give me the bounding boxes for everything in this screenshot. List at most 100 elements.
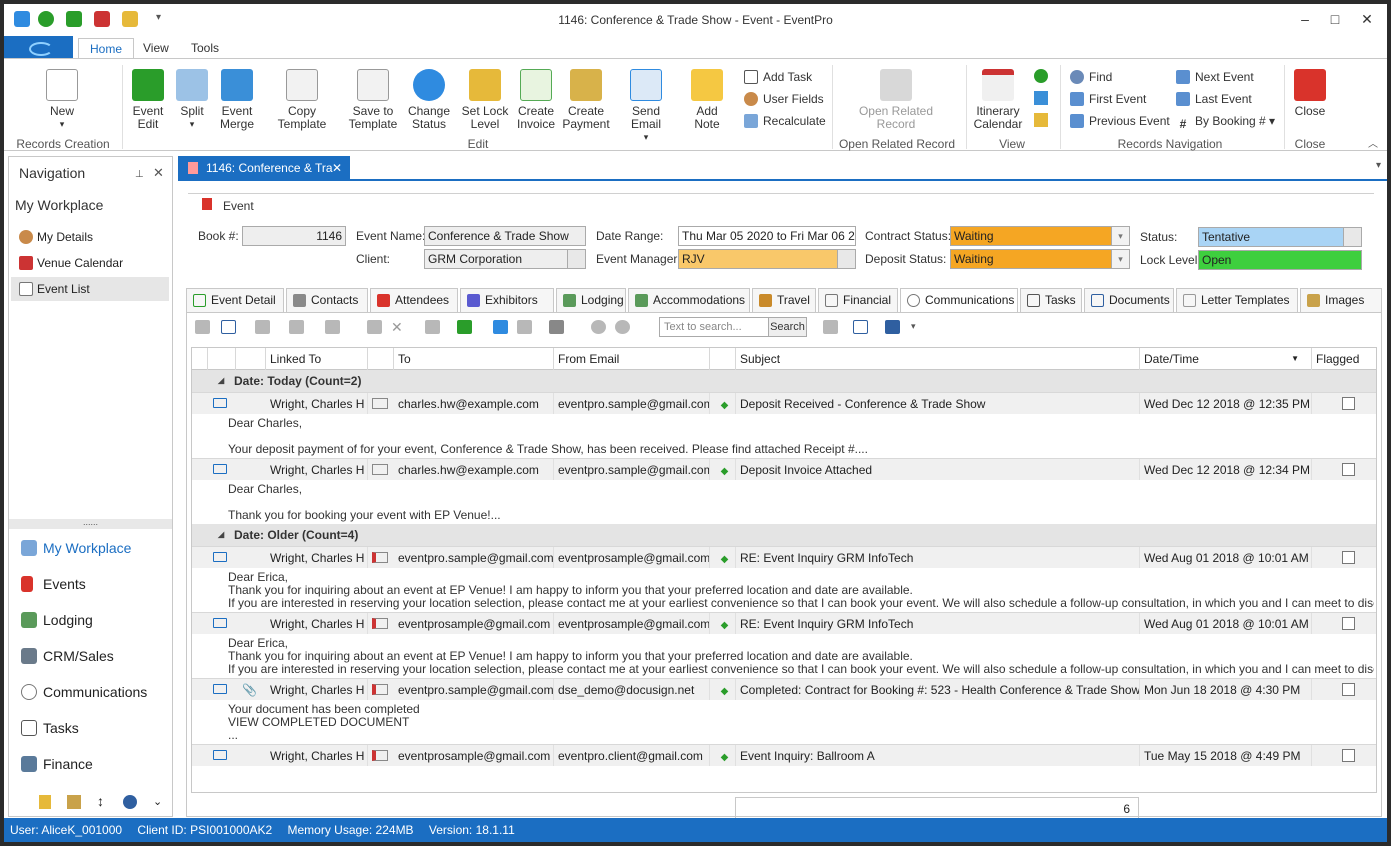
event-name-field[interactable]: Conference & Trade Show [424,226,586,246]
save-to-template-button[interactable]: Save to Template [348,69,398,131]
nav-item-event-list[interactable]: Event List [11,277,169,301]
group-row[interactable]: Date: Older (Count=4) [192,524,1376,546]
table-row[interactable]: Wright, Charles H eventpro.sample@gmail.c… [192,546,1376,568]
delete-icon[interactable]: ✕ [391,320,406,334]
sort-icon[interactable]: ↕ [97,793,104,809]
archive-icon[interactable] [517,320,532,334]
table-row[interactable]: Wright, Charles H charles.hw@example.com e… [192,392,1376,414]
create-invoice-button[interactable]: Create Invoice [514,69,558,131]
lookup-icon[interactable] [567,250,585,268]
chevron-down-icon[interactable]: ⌄ [153,795,162,808]
first-event-button[interactable]: First Event [1070,90,1146,108]
module-communications[interactable]: Communications [11,677,169,707]
table-row[interactable]: 📎 Wright, Charles H eventpro.sample@gmail.… [192,678,1376,700]
search-button[interactable]: Search [768,318,806,336]
tab-list-icon[interactable]: ▾ [1376,160,1381,171]
tab-exhibitors[interactable]: Exhibitors [460,288,554,313]
close-window-icon[interactable]: ✕ [1354,8,1380,30]
table-row[interactable]: Wright, Charles H charles.hw@example.com e… [192,458,1376,480]
module-tasks[interactable]: Tasks [11,713,169,743]
lookup-icon[interactable] [837,250,855,268]
add-note-button[interactable]: Add Note [682,69,732,131]
filter-icon[interactable] [549,320,564,334]
folders-icon[interactable] [67,795,81,809]
tab-images[interactable]: Images [1300,288,1382,313]
book-number-field[interactable]: 1146 [242,226,346,246]
refresh-icon[interactable] [1034,69,1048,83]
pin-icon[interactable]: ⊥ [135,169,144,180]
copy-icon[interactable] [195,320,210,334]
status-field[interactable]: Tentative [1198,227,1362,247]
flagged-checkbox[interactable] [1342,683,1355,696]
globe-icon[interactable] [123,795,137,809]
col-date-time[interactable]: Date/Time ▼ [1140,348,1312,370]
ribbon-tab-view[interactable]: View [132,38,180,59]
col-subject[interactable]: Subject [736,348,1140,370]
clipboard-icon[interactable] [1034,113,1048,127]
collapse-ribbon-icon[interactable]: ︿ [1368,135,1378,150]
lock-level-field[interactable]: Open [1198,250,1362,270]
flagged-checkbox[interactable] [1342,551,1355,564]
reply-all-icon[interactable] [289,320,304,334]
open-related-record-button[interactable]: Open Related Record [856,69,936,131]
flagged-checkbox[interactable] [1342,749,1355,762]
view-icon[interactable] [1034,91,1048,105]
module-crm-sales[interactable]: CRM/Sales [11,641,169,671]
module-finance[interactable]: Finance [11,749,169,779]
dropdown-icon[interactable]: ▾ [1111,227,1129,245]
flagged-checkbox[interactable] [1342,397,1355,410]
split-button[interactable]: Split ▾ [172,69,212,131]
ribbon-tab-tools[interactable]: Tools [180,38,230,59]
close-button[interactable]: Close [1290,69,1330,118]
event-merge-button[interactable]: Event Merge [216,69,258,131]
itinerary-calendar-button[interactable]: Itinerary Calendar [972,69,1024,131]
module-lodging[interactable]: Lodging [11,605,169,635]
clipboard-icon[interactable] [39,795,51,809]
reply-icon[interactable] [255,320,270,334]
previous-event-button[interactable]: Previous Event [1070,112,1170,130]
flagged-checkbox[interactable] [1342,617,1355,630]
module-my-workplace[interactable]: My Workplace [11,533,169,563]
set-lock-level-button[interactable]: Set Lock Level [460,69,510,131]
col-linked-to[interactable]: Linked To [266,348,368,370]
change-status-button[interactable]: Change Status [406,69,452,131]
event-manager-field[interactable]: RJV [678,249,856,269]
maximize-icon[interactable]: □ [1322,8,1348,30]
by-booking-button[interactable]: # By Booking # ▾ [1176,112,1275,131]
deposit-status-field[interactable]: Waiting ▾ [950,249,1130,269]
tab-letter-templates[interactable]: Letter Templates [1176,288,1298,313]
date-range-field[interactable]: Thu Mar 05 2020 to Fri Mar 06 2020 [678,226,856,246]
tab-travel[interactable]: Travel [752,288,816,313]
recalculate-button[interactable]: Recalculate [744,112,826,130]
nav-item-my-details[interactable]: My Details [11,225,169,249]
new-button[interactable]: New ▾ [44,69,80,131]
tab-accommodations[interactable]: Accommodations [628,288,750,313]
copy-template-button[interactable]: Copy Template [264,69,340,131]
user-fields-button[interactable]: User Fields [744,90,824,108]
flagged-checkbox[interactable] [1342,463,1355,476]
document-tab[interactable]: 1146: Conference & Tra ✕ [178,156,350,181]
find-button[interactable]: Find [1070,68,1112,86]
module-events[interactable]: Events [11,569,169,599]
dropdown-icon[interactable]: ▾ [1111,250,1129,268]
close-tab-icon[interactable]: ✕ [332,156,342,181]
grid-view-icon[interactable] [457,320,472,334]
minimize-icon[interactable]: – [1292,8,1318,30]
flag-icon[interactable] [367,320,382,334]
contract-status-field[interactable]: Waiting ▾ [950,226,1130,246]
tab-lodging[interactable]: Lodging [556,288,626,313]
up-icon[interactable] [591,320,606,334]
search-input[interactable]: Text to search... Search [659,317,807,337]
next-event-button[interactable]: Next Event [1176,68,1254,86]
event-edit-button[interactable]: Event Edit [128,69,168,131]
tab-event-detail[interactable]: Event Detail [186,288,284,313]
client-field[interactable]: GRM Corporation [424,249,586,269]
group-row[interactable]: Date: Today (Count=2) [192,370,1376,392]
tab-financial[interactable]: Financial [818,288,898,313]
down-icon[interactable] [615,320,630,334]
table-row[interactable]: Wright, Charles H eventprosample@gmail.co… [192,744,1376,766]
save-icon[interactable] [885,320,900,334]
send-email-button[interactable]: Send Email ▾ [618,69,674,144]
nav-splitter[interactable]: ...... [9,518,172,529]
tab-contacts[interactable]: Contacts [286,288,368,313]
